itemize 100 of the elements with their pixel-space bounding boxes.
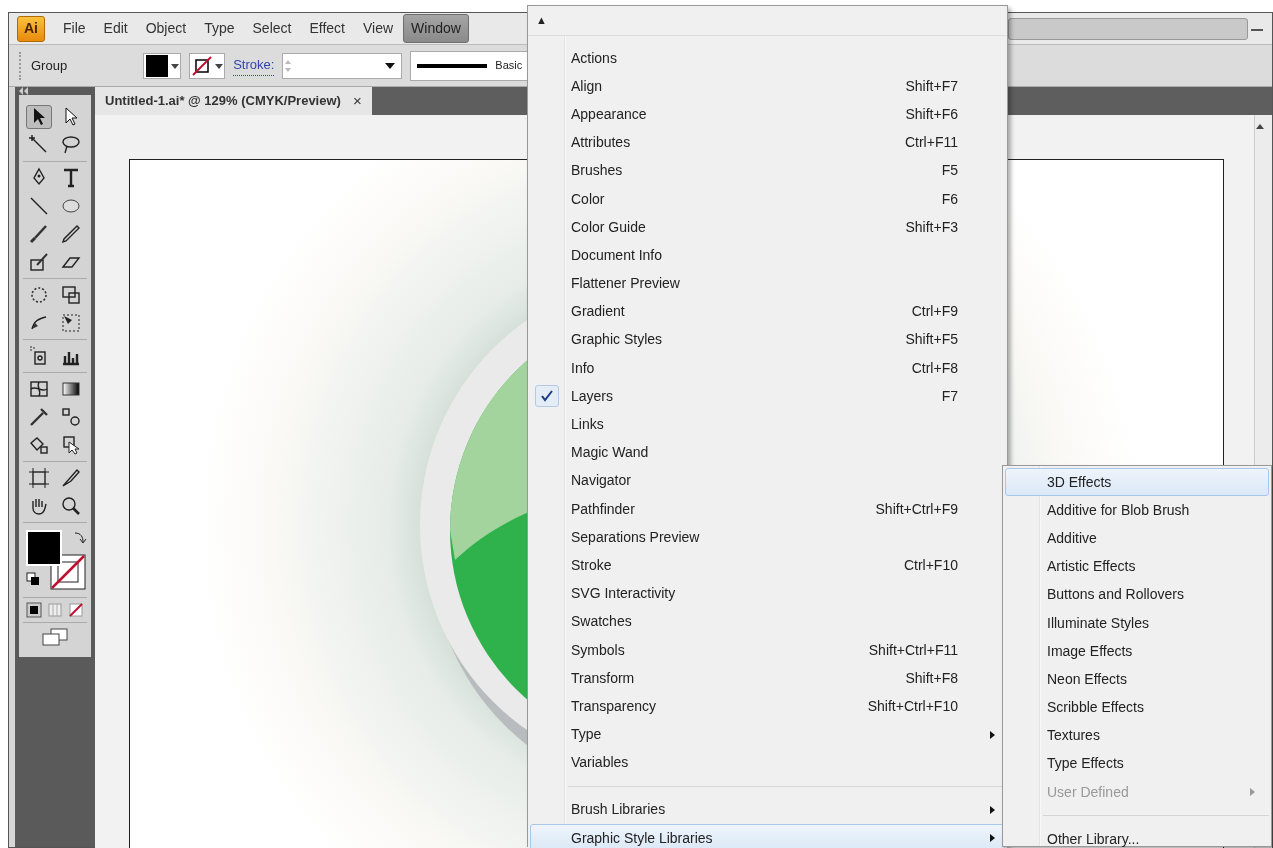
artboard-tool-icon[interactable] xyxy=(27,466,51,490)
search-field[interactable] xyxy=(1008,17,1248,40)
document-tab[interactable]: Untitled-1.ai* @ 129% (CMYK/Preview) × xyxy=(95,87,372,115)
menu-item[interactable]: Type Effects xyxy=(1005,749,1269,779)
menu-item[interactable]: Appearance Shift+F6 xyxy=(530,100,1005,129)
menu-item[interactable]: Pathfinder Shift+Ctrl+F9 xyxy=(530,495,1005,524)
menu-item-label: Navigator xyxy=(571,471,632,491)
shortcut-label: Shift+F5 xyxy=(905,330,958,350)
menu-item[interactable]: Artistic Effects xyxy=(1005,552,1269,581)
menu-item[interactable]: Illuminate Styles xyxy=(1005,608,1269,638)
menu-item[interactable]: Stroke Ctrl+F10 xyxy=(530,551,1005,580)
menu-item[interactable]: Color Guide Shift+F3 xyxy=(530,213,1005,242)
menu-item-label: Document Info xyxy=(571,245,664,265)
shortcut-label: F5 xyxy=(941,161,958,181)
shortcut-label: Shift+F7 xyxy=(905,76,958,96)
menu-item-label: Links xyxy=(571,415,605,435)
menu-item-label: Artistic Effects xyxy=(1047,557,1137,577)
caret-icon xyxy=(214,61,225,70)
menu-item[interactable]: Object xyxy=(137,14,195,43)
menu-item[interactable]: Variables xyxy=(530,748,1005,777)
menu-item[interactable]: SVG Interactivity xyxy=(530,579,1005,608)
menu-item-label: Additive xyxy=(1047,528,1098,548)
menu-item[interactable]: Type xyxy=(530,720,1005,749)
menu-item-label: Scribble Effects xyxy=(1047,698,1145,718)
menu-item[interactable]: Additive for Blob Brush xyxy=(1005,496,1269,525)
menu-item-label: Type Effects xyxy=(1047,754,1125,774)
menu-item[interactable]: Brushes F5 xyxy=(530,156,1005,185)
menu-item[interactable]: Transform Shift+F8 xyxy=(530,664,1005,693)
menu-item[interactable]: Layers F7 xyxy=(530,382,1005,411)
menu-item-label: Graphic Styles xyxy=(571,330,664,350)
shortcut-label: F7 xyxy=(941,386,958,406)
menu-item-label: Swatches xyxy=(571,612,633,632)
menu-item-label: Brushes xyxy=(571,161,624,181)
menu-item-label: Buttons and Rollovers xyxy=(1047,585,1185,605)
stroke-label[interactable]: Stroke: xyxy=(233,55,275,76)
menu-item[interactable]: Buttons and Rollovers xyxy=(1005,580,1269,609)
menu-item-label: Transform xyxy=(571,668,636,688)
menu-item[interactable]: Other Library... xyxy=(1005,825,1269,848)
menu-item[interactable]: Swatches xyxy=(530,607,1005,636)
caret-icon xyxy=(385,61,396,70)
menu-item[interactable]: Neon Effects xyxy=(1005,665,1269,694)
menu-item-label: Image Effects xyxy=(1047,641,1134,661)
menu-item[interactable]: Info Ctrl+F8 xyxy=(530,354,1005,383)
menu-item[interactable]: Scribble Effects xyxy=(1005,693,1269,722)
stroke-weight-field[interactable] xyxy=(282,52,403,79)
menu-item[interactable]: Magic Wand xyxy=(530,438,1005,467)
menu-item[interactable]: Brush Libraries xyxy=(530,795,1005,825)
menu-item[interactable]: Color F6 xyxy=(530,184,1005,214)
menu-item[interactable]: Image Effects xyxy=(1005,637,1269,666)
no-stroke-icon xyxy=(190,53,215,78)
free-transform-tool-icon[interactable] xyxy=(59,311,83,335)
menu-item[interactable]: File xyxy=(55,14,94,43)
blend-tool-icon[interactable] xyxy=(59,405,83,429)
menu-item[interactable]: Links xyxy=(530,410,1005,439)
menu-item[interactable]: Symbols Shift+Ctrl+F11 xyxy=(530,635,1005,665)
menu-item[interactable]: Textures xyxy=(1005,721,1269,750)
shortcut-label: Ctrl+F9 xyxy=(911,302,958,322)
menu-item[interactable]: Transparency Shift+Ctrl+F10 xyxy=(530,692,1005,721)
none-icon[interactable] xyxy=(68,602,85,618)
menu-item[interactable]: Window xyxy=(403,14,469,43)
menu-item-label: Gradient xyxy=(571,302,626,322)
brush-label: Basic xyxy=(495,58,523,74)
menu-item[interactable]: Attributes Ctrl+F11 xyxy=(530,128,1005,157)
menu-item[interactable]: Graphic Styles Shift+F5 xyxy=(530,325,1005,355)
menu-item-label: Additive for Blob Brush xyxy=(1047,500,1191,520)
shortcut-label: Ctrl+F11 xyxy=(904,133,958,153)
menu-item-label: Type xyxy=(571,725,603,745)
menu-item[interactable]: 3D Effects xyxy=(1005,468,1269,497)
caret-icon xyxy=(170,61,181,70)
menu-item[interactable]: Graphic Style Libraries xyxy=(530,824,1005,848)
menu-item[interactable]: Navigator xyxy=(530,466,1005,495)
menu-item[interactable]: Separations Preview xyxy=(530,523,1005,552)
fill-color-dropdown[interactable] xyxy=(143,52,182,79)
stroke-color-dropdown[interactable] xyxy=(189,52,226,79)
menu-item[interactable]: Document Info xyxy=(530,241,1005,270)
menu-item[interactable]: Gradient Ctrl+F9 xyxy=(530,297,1005,326)
scale-tool-icon[interactable] xyxy=(59,283,83,307)
shortcut-label: Shift+Ctrl+F10 xyxy=(867,696,958,716)
menu-item-label: Color Guide xyxy=(571,217,647,237)
selection-label: Group xyxy=(31,56,68,75)
shortcut-label: Ctrl+F10 xyxy=(903,555,958,575)
menu-item-label: Neon Effects xyxy=(1047,669,1128,689)
color-icon[interactable] xyxy=(25,602,42,618)
close-icon[interactable]: × xyxy=(352,89,362,113)
scroll-up-arrow[interactable]: ▲ xyxy=(536,12,547,29)
screen-mode-icon[interactable] xyxy=(41,627,69,647)
menu-item[interactable]: Edit xyxy=(95,14,136,43)
menu-item[interactable]: Effect xyxy=(301,14,353,43)
menu-item[interactable]: Select xyxy=(244,14,300,43)
menu-item-label: Align xyxy=(571,76,604,96)
fill-stroke-swatches-drawing[interactable] xyxy=(25,529,89,591)
menu-item[interactable]: Additive xyxy=(1005,524,1269,553)
menu-item-label: Appearance xyxy=(571,104,648,124)
menu-item-label: Textures xyxy=(1047,726,1101,746)
menu-item-label: Illuminate Styles xyxy=(1047,613,1150,633)
menu-item[interactable]: Type xyxy=(196,14,243,43)
menu-item-label: Separations Preview xyxy=(571,527,701,547)
menu-item[interactable]: View xyxy=(355,14,402,43)
submenu-arrow-icon xyxy=(1248,787,1256,798)
menu-item[interactable]: Flattener Preview xyxy=(530,269,1005,298)
